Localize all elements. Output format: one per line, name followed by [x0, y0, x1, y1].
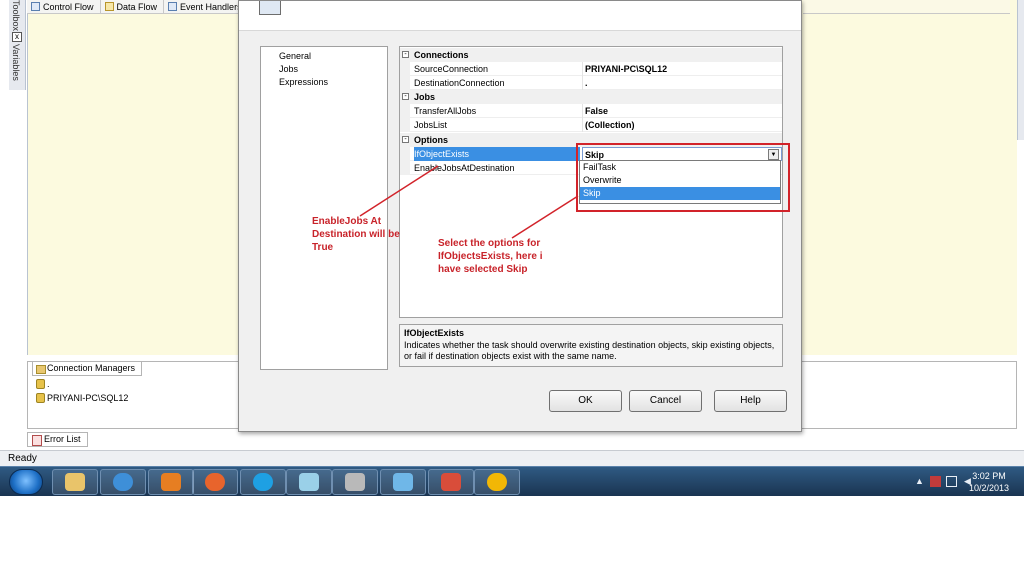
clock-time: 3:02 PM	[972, 471, 1006, 481]
annotation-arrow-select-options	[511, 195, 579, 239]
taskbar-paint[interactable]	[286, 469, 332, 495]
snipping-tool-icon	[441, 473, 461, 491]
clock-date: 10/2/2013	[968, 483, 1010, 493]
media-player-icon	[161, 473, 181, 491]
visual-studio-icon	[393, 473, 413, 491]
show-hidden-icons-icon[interactable]: ▲	[914, 476, 925, 487]
taskbar-snipping-tool[interactable]	[428, 469, 474, 495]
windows-taskbar: ▲ ◀ 3:02 PM 10/2/2013	[0, 466, 1024, 496]
taskbar-internet-explorer[interactable]	[100, 469, 146, 495]
taskbar-firefox[interactable]	[192, 469, 238, 495]
tools-icon	[345, 473, 365, 491]
taskbar-sql-tools[interactable]	[332, 469, 378, 495]
annotation-select-options-note: Select the options for IfObjectsExists, …	[438, 238, 543, 275]
folder-icon	[65, 473, 85, 491]
annotation-arrow-enable-jobs	[359, 165, 439, 217]
start-button[interactable]	[9, 469, 43, 495]
action-center-icon[interactable]	[930, 476, 941, 487]
taskbar-visual-studio[interactable]	[380, 469, 426, 495]
taskbar-app[interactable]	[474, 469, 520, 495]
annotation-enable-jobs-note: EnableJobs At Destination will be True	[312, 216, 400, 253]
firefox-icon	[205, 473, 225, 491]
internet-explorer-icon	[113, 473, 133, 491]
app-icon	[487, 473, 507, 491]
taskbar-media-player[interactable]	[148, 469, 194, 495]
taskbar-explorer[interactable]	[52, 469, 98, 495]
paint-icon	[299, 473, 319, 491]
screen: Control Flow Data Flow Event Handlers To…	[0, 0, 1024, 575]
system-clock[interactable]: 3:02 PM 10/2/2013	[960, 470, 1018, 494]
taskbar-skype[interactable]	[240, 469, 286, 495]
skype-icon	[253, 473, 273, 491]
network-icon[interactable]	[946, 476, 957, 487]
